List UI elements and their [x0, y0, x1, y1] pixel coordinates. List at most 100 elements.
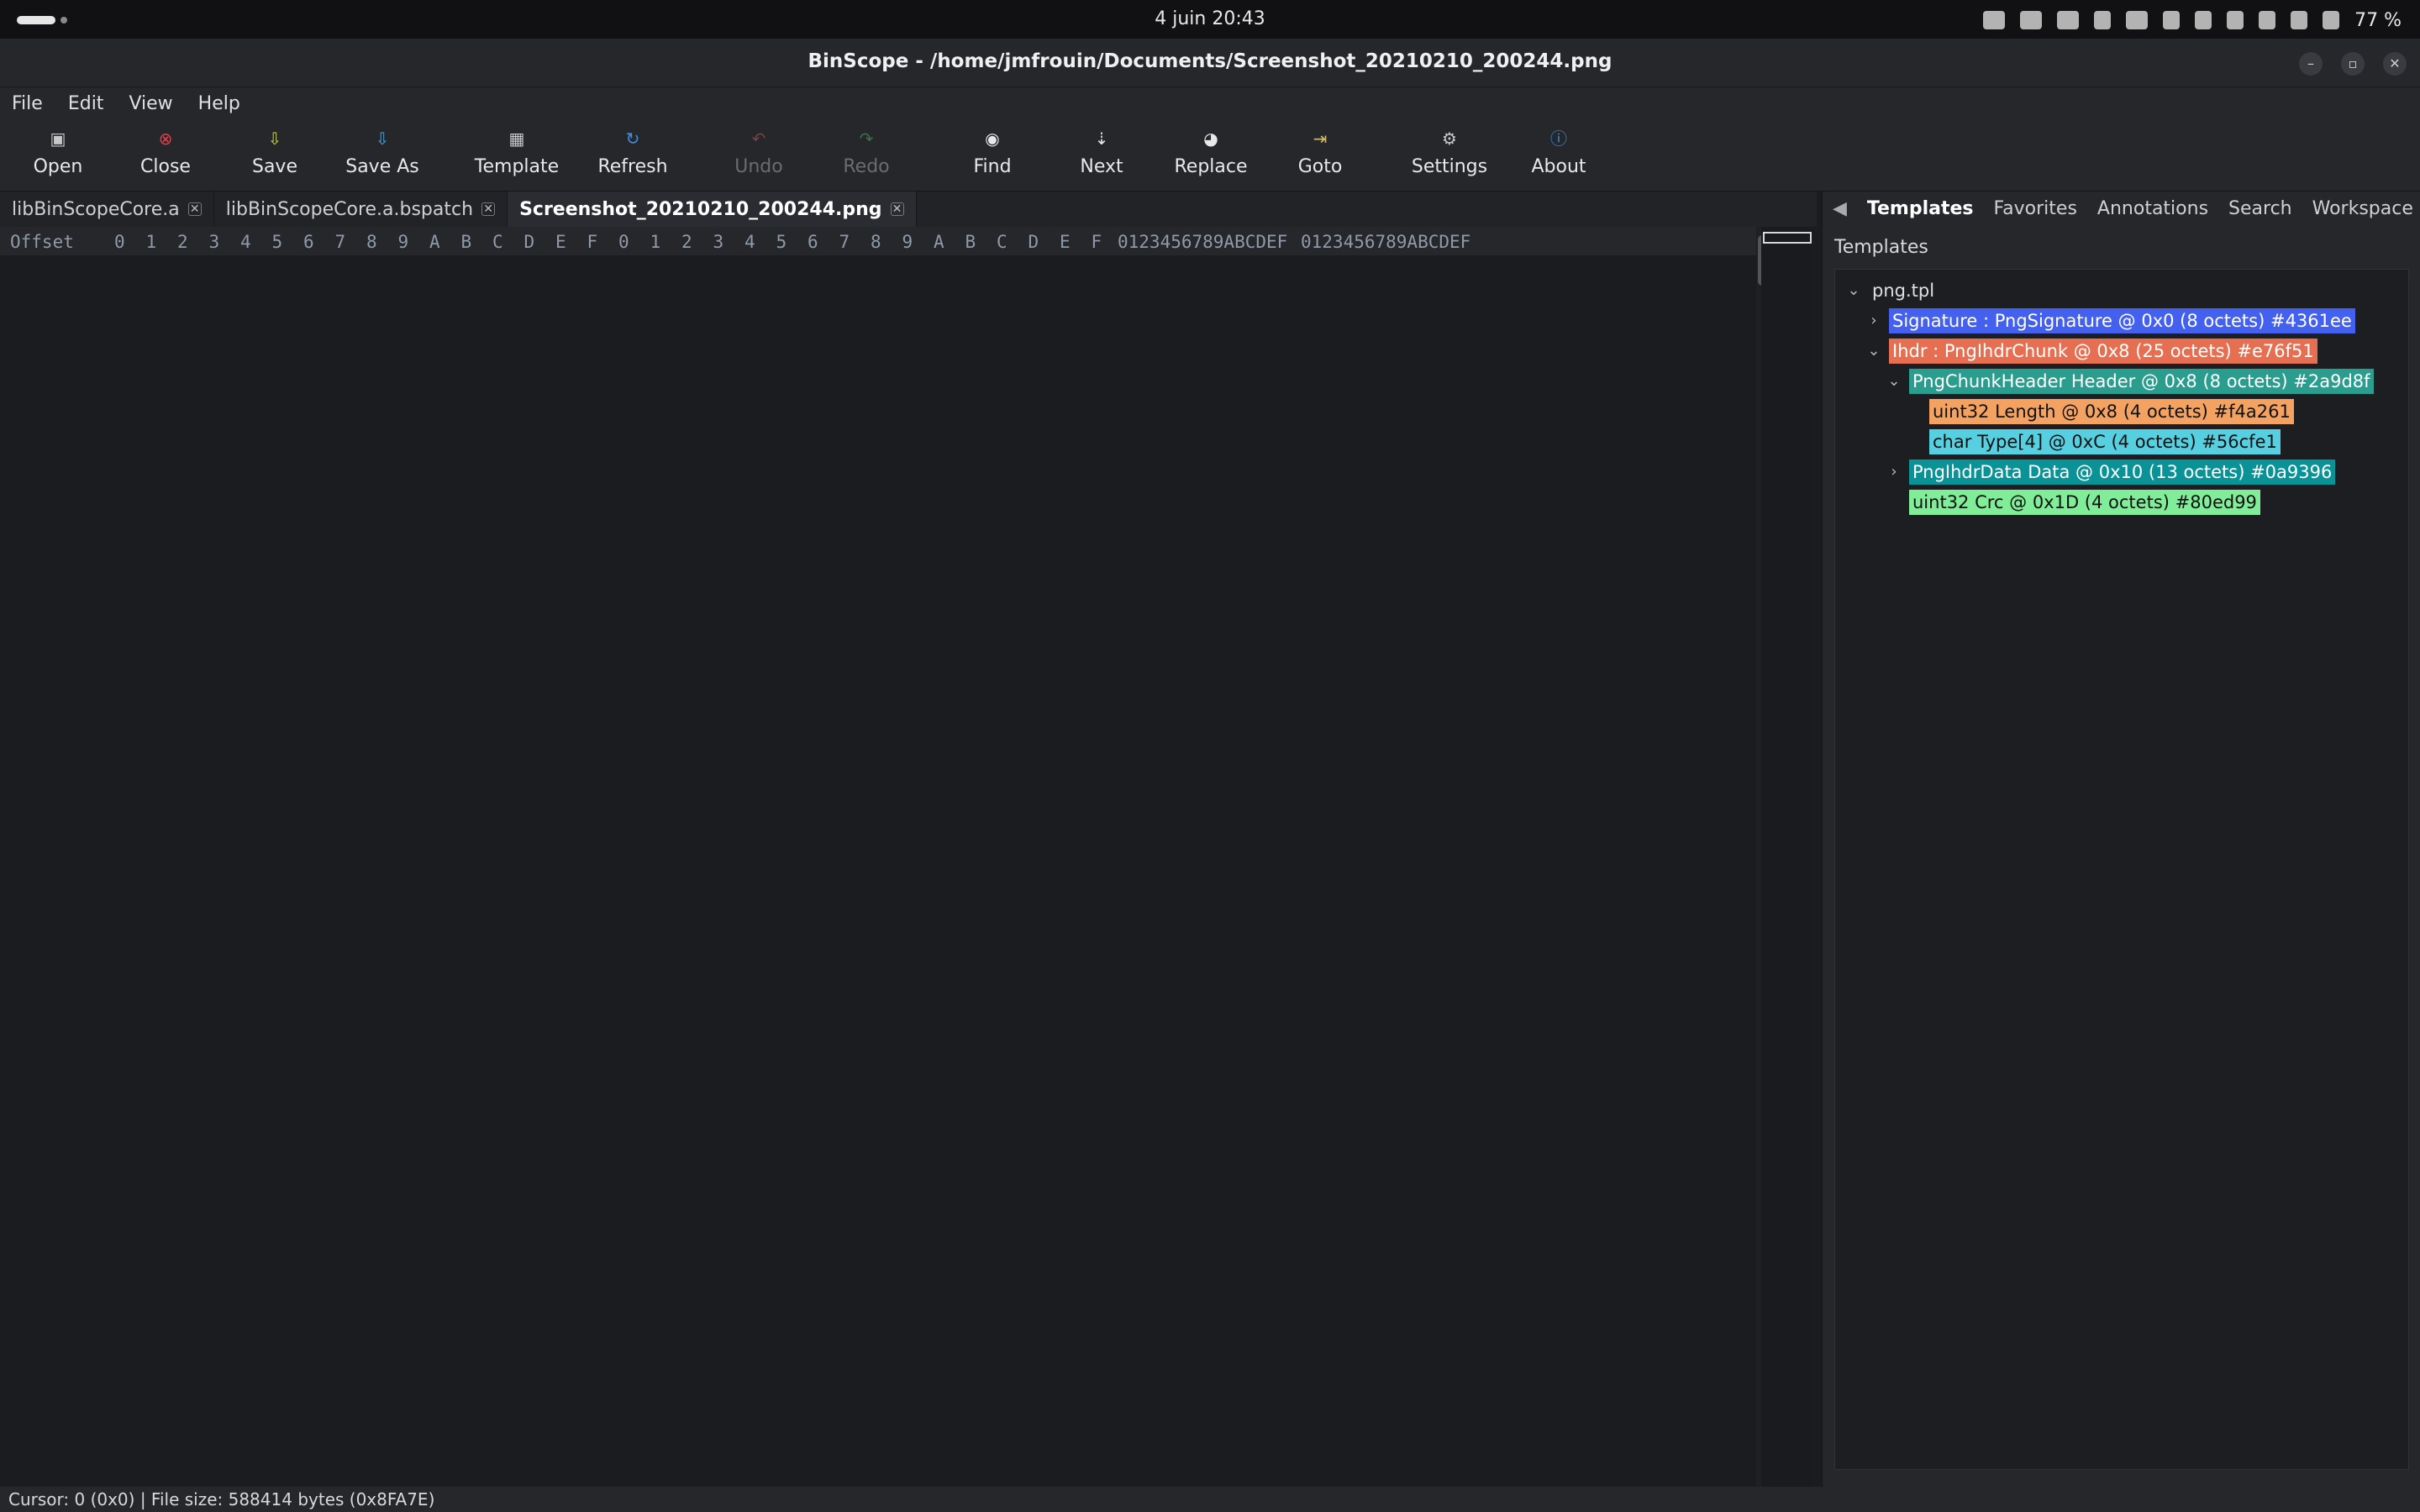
- refresh-button[interactable]: ↻ Refresh: [587, 128, 679, 177]
- hex-col-header: 1: [650, 232, 661, 252]
- hex-col-header: D: [523, 232, 535, 252]
- window-titlebar: BinScope - /home/jmfrouin/Documents/Scre…: [0, 39, 2420, 87]
- drive-icon[interactable]: [2094, 11, 2112, 29]
- hex-col-header: 5: [776, 232, 787, 252]
- hex-col-header: 0: [114, 232, 125, 252]
- tab-templates[interactable]: Templates: [1857, 192, 1984, 227]
- about-button[interactable]: ⓘ About: [1512, 128, 1605, 177]
- close-window-button[interactable]: ✕: [2383, 52, 2407, 76]
- hex-col-header: 9: [902, 232, 913, 252]
- next-button[interactable]: ⇣ Next: [1055, 128, 1148, 177]
- template-button[interactable]: ▦ Template: [471, 128, 563, 177]
- undo-icon: ↶: [751, 129, 766, 149]
- panel-scroll-left-icon[interactable]: ◀: [1823, 192, 1857, 227]
- hex-col-header: 8: [366, 232, 377, 252]
- tree-node-label: char Type[4] @ 0xC (4 octets) #56cfe1: [1929, 429, 2281, 454]
- file-tabs: libBinScopeCore.a ✕ libBinScopeCore.a.bsp…: [0, 192, 1817, 227]
- menu-edit[interactable]: Edit: [68, 93, 104, 114]
- hex-col-header: 3: [208, 232, 220, 252]
- settings-button[interactable]: ⚙ Settings: [1403, 128, 1496, 177]
- panel-title: Templates: [1834, 237, 1928, 258]
- gear-status-icon[interactable]: [1983, 11, 2006, 29]
- find-button[interactable]: ◉ Find: [946, 128, 1039, 177]
- hex-col-header: 6: [303, 232, 314, 252]
- hex-col-header: F: [587, 232, 598, 252]
- app-icon[interactable]: [2163, 11, 2181, 29]
- hex-col-header: 9: [397, 232, 409, 252]
- status-bar: Cursor: 0 (0x0) | File size: 588414 byte…: [0, 1487, 2420, 1512]
- chevron-right-icon[interactable]: ›: [1887, 459, 1901, 485]
- battery-level[interactable]: 77 %: [2354, 10, 2402, 31]
- toolbar: ▣ Open ⊗ Close ⇩ Save ⇩ Save As ▦ Template ↻ R…: [0, 119, 2420, 192]
- menu-view[interactable]: View: [129, 93, 172, 114]
- hex-col-header: 7: [839, 232, 850, 252]
- save-icon: ⇩: [267, 129, 282, 149]
- graph-icon[interactable]: [2020, 11, 2043, 29]
- tab-favorites[interactable]: Favorites: [1984, 192, 2087, 227]
- tab-workspace[interactable]: Workspace: [2302, 192, 2420, 227]
- tab-libbinscopecore-a[interactable]: libBinScopeCore.a ✕: [0, 192, 214, 227]
- chevron-down-icon[interactable]: ⌄: [1887, 369, 1901, 394]
- system-tray: 77 %: [1983, 7, 2402, 34]
- save-as-button[interactable]: ⇩ Save As: [336, 128, 429, 177]
- tab-libbinscopecore-bspatch[interactable]: libBinScopeCore.a.bspatch ✕: [214, 192, 508, 227]
- hex-col-header: A: [429, 232, 440, 252]
- close-tab-icon[interactable]: ✕: [890, 202, 904, 216]
- redo-button[interactable]: ↷ Redo: [820, 128, 913, 177]
- ascii-header: 0123456789ABCDEF: [1301, 232, 1471, 252]
- hex-column-header: Offset 0 0 1 1 2 2 3 3 4 4 5 5 6 6 7 7 8 8 9 9 A A B B C C D D E E F F 01…: [0, 227, 1756, 255]
- tab-screenshot-png[interactable]: Screenshot_20210210_200244.png ✕: [508, 192, 917, 227]
- hex-view[interactable]: [0, 255, 1756, 1487]
- bluetooth-icon[interactable]: [2259, 11, 2276, 29]
- close-tab-icon[interactable]: ✕: [481, 202, 496, 216]
- template-tree[interactable]: ⌄ png.tpl › Signature : PngSignature @ 0x0 …: [1834, 269, 2409, 1470]
- goto-button[interactable]: ⇥ Goto: [1274, 128, 1366, 177]
- menu-help[interactable]: Help: [198, 93, 240, 114]
- hex-minimap[interactable]: [1761, 227, 1813, 1487]
- maximize-button[interactable]: ▫: [2341, 52, 2365, 76]
- hex-col-header: F: [1091, 232, 1102, 252]
- tree-node-label: Ihdr : PngIhdrChunk @ 0x8 (25 octets) #e…: [1889, 339, 2317, 364]
- ascii-header: 0123456789ABCDEF: [1118, 232, 1288, 252]
- keyboard-icon[interactable]: [2057, 11, 2080, 29]
- chevron-down-icon[interactable]: ⌄: [1867, 339, 1881, 364]
- minimap-viewport[interactable]: [1763, 232, 1812, 244]
- folder-icon: ▣: [50, 129, 66, 149]
- window-title: BinScope - /home/jmfrouin/Documents/Scre…: [808, 50, 1612, 72]
- close-button[interactable]: ⊗ Close: [119, 128, 212, 177]
- offset-header: Offset: [10, 232, 74, 252]
- open-button[interactable]: ▣ Open: [12, 128, 104, 177]
- hex-col-header: 4: [240, 232, 251, 252]
- tab-annotations[interactable]: Annotations: [2087, 192, 2218, 227]
- clock-icon[interactable]: [2323, 11, 2340, 29]
- menu-file[interactable]: File: [12, 93, 43, 114]
- refresh-icon: ↻: [625, 129, 640, 149]
- tree-node-label: uint32 Crc @ 0x1D (4 octets) #80ed99: [1909, 490, 2260, 515]
- chevron-right-icon[interactable]: ›: [1867, 308, 1881, 333]
- tree-node-label: Signature : PngSignature @ 0x0 (8 octets…: [1889, 308, 2355, 333]
- hex-col-header: A: [934, 232, 944, 252]
- chevron-down-icon[interactable]: ⌄: [1847, 278, 1860, 303]
- replace-icon: ◕: [1203, 129, 1218, 149]
- save-button[interactable]: ⇩ Save: [229, 128, 321, 177]
- minimize-button[interactable]: –: [2299, 52, 2323, 76]
- shield-icon[interactable]: [2195, 11, 2212, 29]
- find-icon: ◉: [985, 129, 1000, 149]
- hex-col-header: B: [460, 232, 472, 252]
- hex-col-header: C: [492, 232, 503, 252]
- network-share-icon[interactable]: [2126, 11, 2149, 29]
- tree-node-label: PngChunkHeader Header @ 0x8 (8 octets) #…: [1909, 369, 2374, 394]
- hex-col-header: 1: [145, 232, 157, 252]
- replace-button[interactable]: ◕ Replace: [1165, 128, 1257, 177]
- hex-col-header: 2: [681, 232, 692, 252]
- tab-search[interactable]: Search: [2218, 192, 2302, 227]
- hex-col-header: 3: [713, 232, 724, 252]
- redo-icon: ↷: [859, 129, 874, 149]
- hex-col-header: E: [1060, 232, 1071, 252]
- close-tab-icon[interactable]: ✕: [187, 202, 202, 216]
- hex-col-header: 4: [744, 232, 755, 252]
- save-as-icon: ⇩: [375, 129, 390, 149]
- volume-icon[interactable]: [2291, 11, 2308, 29]
- undo-button[interactable]: ↶ Undo: [713, 128, 805, 177]
- wifi-icon[interactable]: [2227, 11, 2244, 29]
